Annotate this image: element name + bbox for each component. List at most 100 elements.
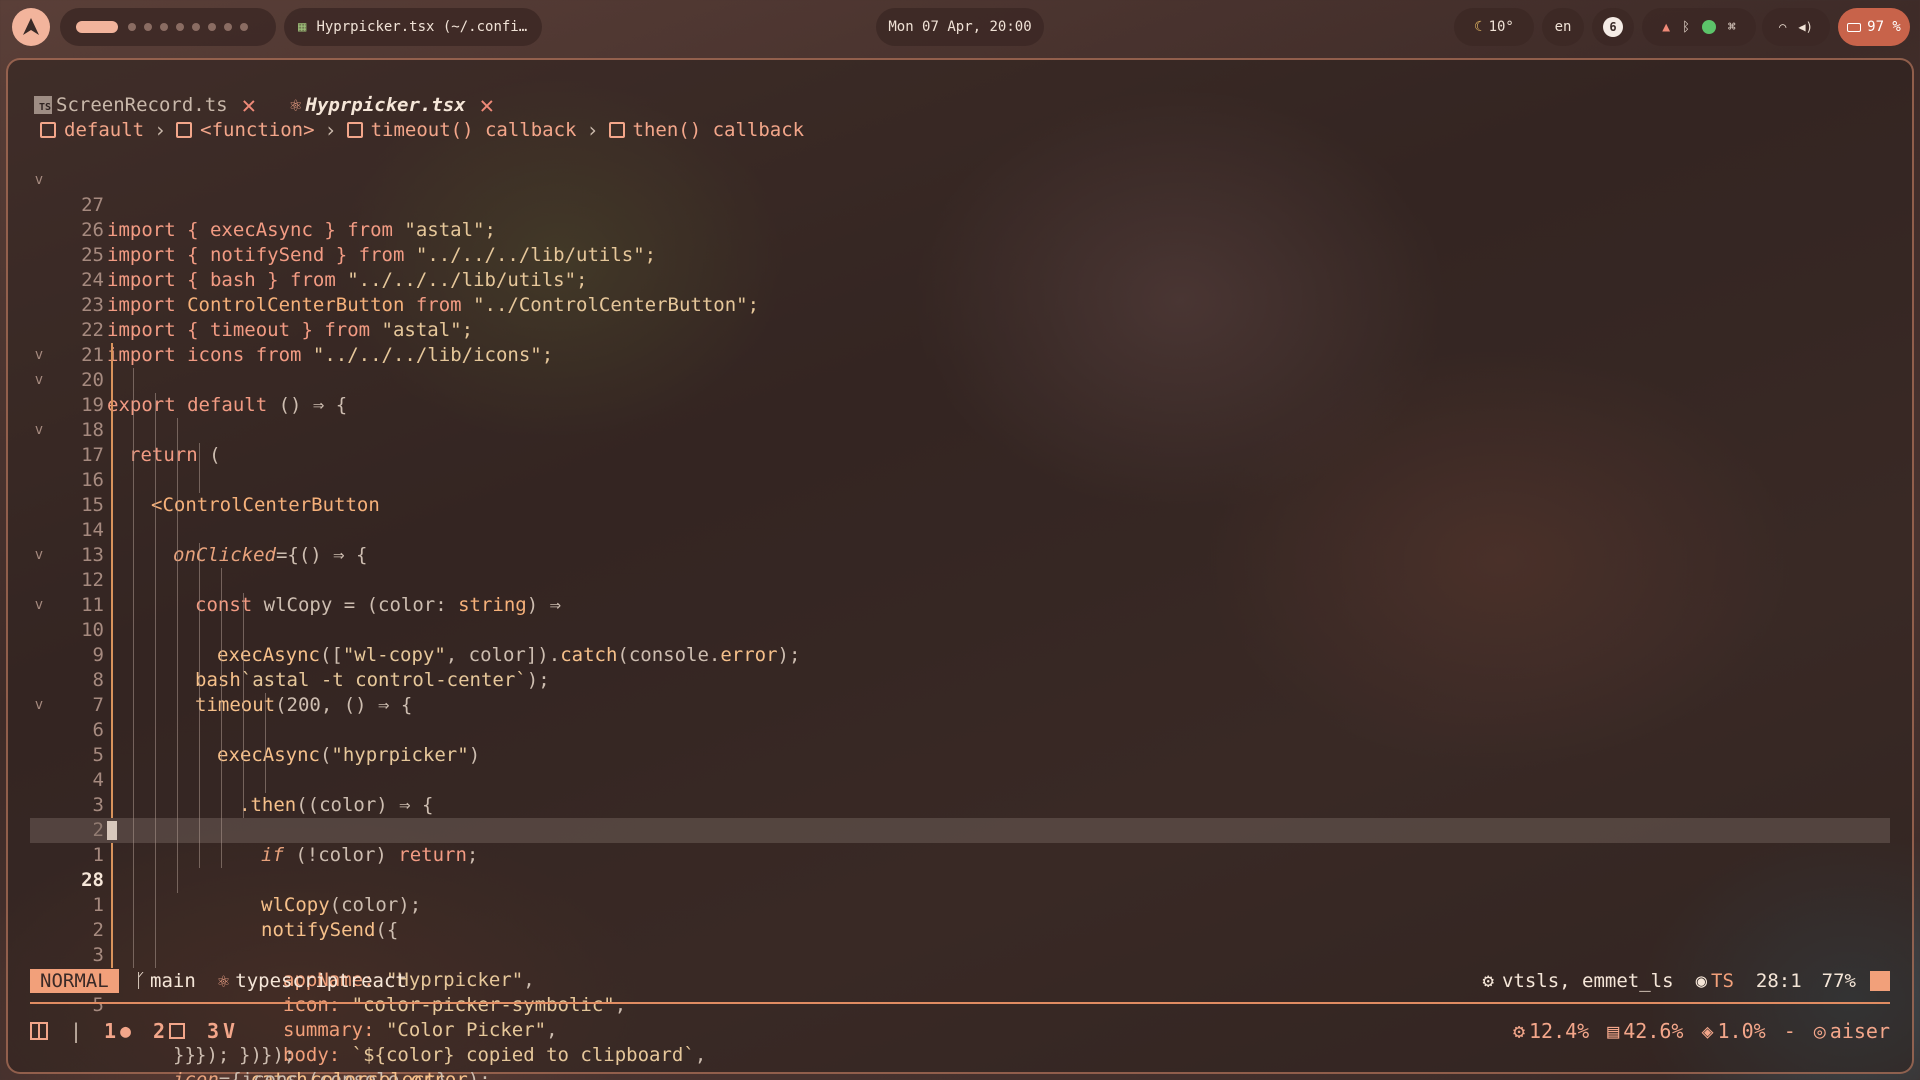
indent-guide bbox=[177, 868, 178, 893]
workspace-dot[interactable] bbox=[176, 23, 184, 31]
workspace-dot[interactable] bbox=[128, 23, 136, 31]
code-line[interactable]: v 6 notifySend({ bbox=[30, 668, 1890, 941]
code-line[interactable]: 14 bbox=[30, 468, 1890, 541]
keyboard-layout[interactable]: en bbox=[1542, 8, 1584, 46]
notification-button[interactable]: 6 bbox=[1592, 8, 1634, 46]
git-branch[interactable]: ᚴ main bbox=[135, 970, 196, 992]
workspace-switcher[interactable] bbox=[60, 8, 276, 46]
code-line[interactable]: 18 <ControlCenterButton bbox=[30, 368, 1890, 516]
volume-icon[interactable]: ◀) bbox=[1798, 20, 1812, 34]
tmux-window-3[interactable]: 3 V bbox=[207, 1019, 235, 1043]
code-line[interactable]: 2 body: `${color} copied to clipboard`, bbox=[30, 768, 1890, 1066]
code-line[interactable]: 25 import { bash } from "../../../lib/ut… bbox=[30, 193, 1890, 291]
code-line[interactable]: v 27 import { execAsync } from "astal"; bbox=[30, 143, 1890, 241]
indent-guide bbox=[111, 518, 113, 543]
indent-guide bbox=[155, 543, 156, 568]
chevron-right-icon: › bbox=[154, 118, 167, 142]
indent-guide bbox=[155, 518, 156, 543]
workspace-dot[interactable] bbox=[240, 23, 248, 31]
indent-guide bbox=[199, 568, 200, 593]
command-icon[interactable]: ⌘ bbox=[1728, 20, 1736, 35]
code-line[interactable]: 23 import { timeout } from "astal"; bbox=[30, 243, 1890, 341]
disk-stat: ◈ 1.0% bbox=[1701, 1019, 1765, 1043]
workspace-dot[interactable] bbox=[144, 23, 152, 31]
clock[interactable]: Mon 07 Apr, 20:00 bbox=[876, 8, 1044, 46]
code-line[interactable]: 21 bbox=[30, 293, 1890, 366]
indent-guide bbox=[133, 918, 134, 943]
breadcrumb-item[interactable]: then() callback bbox=[633, 119, 805, 141]
arch-logo-icon[interactable] bbox=[12, 8, 50, 46]
code-token: }) bbox=[239, 1044, 262, 1066]
top-bar: ▦ Hyprpicker.tsx (~/.confi… Mon 07 Apr, … bbox=[0, 0, 1920, 54]
weather-widget[interactable]: ☾ 10° bbox=[1454, 8, 1534, 46]
code-line[interactable]: v 20 export default () ⇒ { bbox=[30, 318, 1890, 416]
tmux-window-1[interactable]: 1 ● bbox=[104, 1019, 131, 1043]
tab-hyprpicker[interactable]: ⚛ Hyprpicker.tsx ✕ bbox=[290, 91, 494, 119]
code-line[interactable]: 1 }); bbox=[30, 793, 1890, 1066]
disk-value: 1.0% bbox=[1717, 1019, 1766, 1043]
workspace-dot[interactable] bbox=[208, 23, 216, 31]
code-editor[interactable]: v 27 import { execAsync } from "astal"; … bbox=[30, 143, 1890, 1080]
close-icon[interactable]: ✕ bbox=[242, 91, 256, 119]
code-line[interactable]: 24 import ControlCenterButton from "../C… bbox=[30, 218, 1890, 316]
indent-guide bbox=[111, 693, 113, 718]
breadcrumb-item[interactable]: <function> bbox=[200, 119, 314, 141]
code-line[interactable]: 13 bash`astal -t control-center`); bbox=[30, 493, 1890, 691]
workspace-dot[interactable] bbox=[160, 23, 168, 31]
layout-grid-icon[interactable] bbox=[30, 1022, 48, 1040]
keyboard-layout-text: en bbox=[1554, 19, 1572, 35]
code-line[interactable]: 16 const wlCopy = (color: string) ⇒ bbox=[30, 418, 1890, 616]
code-line[interactable]: 1 .catch(console.error); bbox=[30, 843, 1890, 1080]
code-token: icon bbox=[173, 1069, 219, 1080]
code-line[interactable]: v 10 .then((color) ⇒ { bbox=[30, 568, 1890, 816]
wifi-icon[interactable]: ◠ bbox=[1779, 20, 1786, 34]
active-window-title[interactable]: ▦ Hyprpicker.tsx (~/.confi… bbox=[284, 8, 542, 46]
code-line[interactable]: v 17 onClicked={() ⇒ { bbox=[30, 393, 1890, 566]
battery-indicator[interactable]: 97 % bbox=[1838, 8, 1910, 46]
indent-guide bbox=[111, 368, 113, 393]
workspace-dot[interactable] bbox=[224, 23, 232, 31]
tab-screenrecord[interactable]: TS ScreenRecord.ts ✕ bbox=[34, 91, 256, 119]
tmux-window-2[interactable]: 2 bbox=[153, 1019, 185, 1043]
close-icon[interactable]: ✕ bbox=[480, 91, 494, 119]
tray-green-app-icon[interactable] bbox=[1701, 20, 1716, 34]
workspace-dot[interactable] bbox=[192, 23, 200, 31]
indent-guide bbox=[177, 443, 178, 468]
code-text: }); bbox=[195, 1043, 229, 1068]
workspace-active-indicator[interactable] bbox=[76, 21, 118, 33]
indent-guide bbox=[111, 943, 113, 968]
divider bbox=[30, 1002, 1890, 1004]
code-line[interactable]: 5 no-label bbox=[30, 943, 1890, 1016]
code-line[interactable]: 9 if (!color) return; bbox=[30, 593, 1890, 866]
memory-value: 42.6% bbox=[1623, 1019, 1684, 1043]
code-line[interactable]: 11 execAsync("hyprpicker") bbox=[30, 543, 1890, 766]
code-line[interactable]: 26 import { notifySend } from "../../../… bbox=[30, 168, 1890, 266]
bluetooth-icon[interactable]: ᛒ bbox=[1682, 20, 1690, 35]
buffer-tabline: TS ScreenRecord.ts ✕ ⚛ Hyprpicker.tsx ✕ bbox=[34, 91, 528, 119]
code-line[interactable]: 4 icon: "color-picker-symbolic", bbox=[30, 718, 1890, 1016]
tray-app-icon[interactable]: ▲ bbox=[1662, 20, 1670, 35]
code-line[interactable]: 8 bbox=[30, 618, 1890, 691]
edit-icon bbox=[168, 1023, 185, 1039]
indent-guide bbox=[177, 693, 178, 718]
code-line[interactable]: 7 wlCopy(color); bbox=[30, 643, 1890, 916]
breadcrumb-item[interactable]: timeout() callback bbox=[371, 119, 577, 141]
code-line[interactable]: 15 execAsync(["wl-copy", color]).catch(c… bbox=[30, 443, 1890, 666]
code-line[interactable]: 22 import icons from "../../../lib/icons… bbox=[30, 268, 1890, 366]
code-line[interactable]: 3 }} bbox=[30, 893, 1890, 1066]
ts-target-icon: ◉ bbox=[1695, 970, 1708, 992]
code-line[interactable]: 3 summary: "Color Picker", bbox=[30, 743, 1890, 1041]
lsp-clients[interactable]: ⚙ vtsls, emmet_ls bbox=[1483, 970, 1674, 992]
code-line[interactable]: 4 icon={icons.colorselect} bbox=[30, 918, 1890, 1080]
code-line[interactable]: 2 }); bbox=[30, 868, 1890, 1066]
clock-text: Mon 07 Apr, 20:00 bbox=[888, 19, 1032, 35]
code-line[interactable]: v 19 return ( bbox=[30, 343, 1890, 466]
code-line[interactable]: v 12 timeout(200, () ⇒ { bbox=[30, 518, 1890, 716]
indent-guide bbox=[111, 618, 113, 643]
code-line[interactable]: 5 appName: "Hyprpicker", bbox=[30, 693, 1890, 991]
current-line[interactable]: 28 }) bbox=[30, 818, 1890, 1066]
indent-guide bbox=[133, 443, 134, 468]
indent-guide bbox=[111, 593, 113, 618]
breadcrumb-item[interactable]: default bbox=[64, 119, 144, 141]
code-token: } bbox=[436, 1069, 448, 1080]
